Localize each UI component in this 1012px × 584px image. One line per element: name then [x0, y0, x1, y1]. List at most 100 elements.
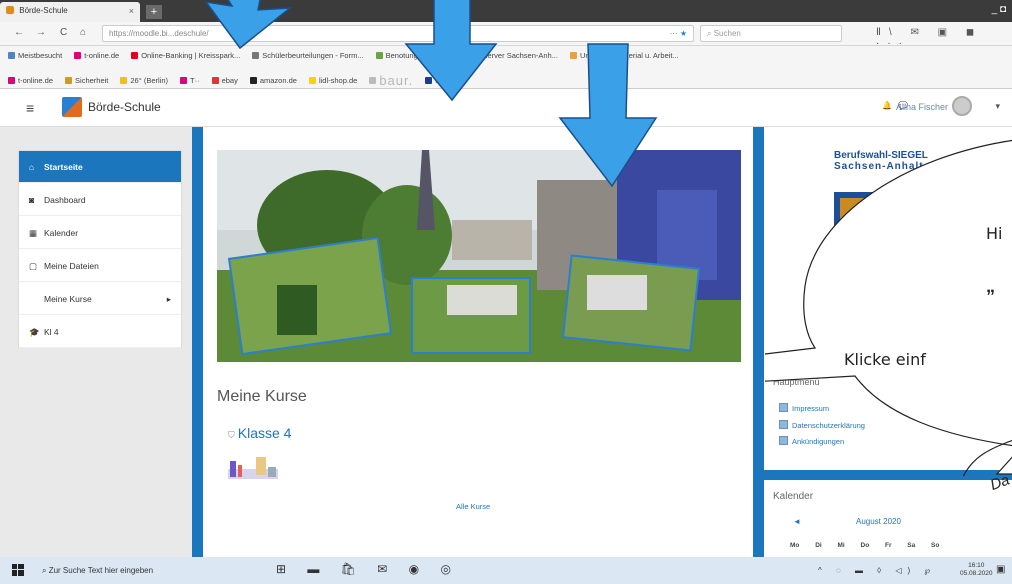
- search-placeholder: Suchen: [713, 29, 741, 38]
- sidebar-item-kl-4[interactable]: 🎓 Kl 4: [19, 316, 181, 348]
- bookmark-label: Unterrichtsmaterial u. Arbeit...: [579, 51, 679, 60]
- system-tray[interactable]: ^ ◌ ▬ ◊ ◁) ℘: [818, 566, 936, 575]
- bookmark-favicon-icon: [8, 52, 15, 59]
- bookmark-label: baur.: [379, 73, 414, 88]
- browser-tab[interactable]: Börde-Schule ×: [0, 2, 140, 22]
- calendar-weekdays: Mo Di Mi Do Fr Sa So: [790, 542, 940, 549]
- bookmarks_row2-item[interactable]: lidl-shop.de: [308, 76, 358, 85]
- course-thumbnail[interactable]: [228, 455, 278, 479]
- bookmark-label: 26° (Berlin): [130, 76, 168, 85]
- calendar-month[interactable]: August 2020: [856, 517, 901, 526]
- bookmarks_row1-item[interactable]: Meistbesucht: [8, 51, 62, 60]
- sidebar-item-startseite[interactable]: ⌂ Startseite: [19, 151, 181, 183]
- site-name[interactable]: Börde-Schule: [88, 100, 161, 114]
- bookmarks_row1-item[interactable]: t-online.de: [74, 51, 119, 60]
- calendar-prev-icon[interactable]: ◄: [793, 517, 801, 526]
- course-name: Klasse 4: [237, 425, 292, 441]
- bookmark-label: Schülerbeurteilungen - Form...: [262, 51, 364, 60]
- page-border: [753, 127, 764, 557]
- bookmarks_row2-item[interactable]: T··: [180, 76, 200, 85]
- windows-start-icon[interactable]: [12, 564, 24, 576]
- bookmark-favicon-icon: [131, 52, 139, 59]
- browser-search-input[interactable]: ⌕ Suchen: [700, 25, 842, 42]
- sidebar-item-icon: 🎓: [29, 327, 40, 337]
- sidebar-item-meine-kurse[interactable]: Meine Kurse ▸: [19, 283, 181, 315]
- bookmarks_row2-item[interactable]: Sicherheit: [65, 76, 108, 85]
- bookmarks_row1-item[interactable]: ...sserver Sachsen-Anh...: [463, 51, 558, 60]
- bookmarks_row1-item[interactable]: Online-Banking | Kreisspark...: [131, 51, 240, 60]
- reload-icon[interactable]: C: [60, 27, 67, 38]
- chevron-right-icon: ▸: [166, 294, 171, 304]
- url-input[interactable]: https://moodle.bi...deschule/ ··· ★: [102, 25, 694, 42]
- url-actions-icon[interactable]: ··· ★: [670, 29, 687, 38]
- search-icon: ⌕: [707, 29, 714, 38]
- notifications-icon[interactable]: ▣: [996, 564, 1005, 575]
- section-title: Meine Kurse: [217, 388, 307, 405]
- bookmark-label: Online-Banking | Kreisspark...: [141, 51, 241, 60]
- bookmark-label: t-online.de: [18, 76, 54, 85]
- all-courses-link[interactable]: Alle Kurse: [456, 502, 490, 511]
- sidebar-item-label: Dashboard: [44, 195, 86, 205]
- windows-taskbar: ⌕ Zur Suche Text hier eingeben ⊞ ▬ 🛍 ✉ ◉…: [0, 557, 1012, 584]
- menu-hamburger-icon[interactable]: ≡: [26, 100, 34, 116]
- bookmarks_row1-item[interactable]: Benotung | fuxNot...: [375, 51, 452, 60]
- bookmark-favicon-icon: [252, 52, 260, 59]
- course-icon: ⛉: [228, 430, 235, 440]
- window-controls[interactable]: _ ◘: [992, 4, 1006, 15]
- sidebar-item-label: Kl 4: [44, 327, 59, 337]
- school-logo[interactable]: [62, 97, 82, 117]
- user-menu-caret-icon[interactable]: ▾: [995, 101, 1000, 112]
- bookmark-label: ...sserver Sachsen-Anh...: [473, 51, 558, 60]
- bookmark-label: T··: [190, 76, 200, 85]
- moodle-favicon-icon: [6, 6, 14, 14]
- page-border: [192, 127, 203, 557]
- bookmark-favicon-icon: [120, 77, 128, 84]
- home-icon[interactable]: ⌂: [80, 27, 86, 38]
- bookmark-label: amazon.de: [259, 76, 297, 85]
- sidebar-item-label: Kalender: [44, 228, 79, 238]
- bookmarks_row2-item[interactable]: t-online.de: [8, 76, 53, 85]
- sidebar-item-icon: ▦: [29, 228, 38, 238]
- avatar[interactable]: [952, 96, 972, 116]
- school-photo-collage: [217, 150, 741, 362]
- back-arrow-icon[interactable]: ←: [14, 27, 24, 38]
- site-header: ≡ Börde-Schule 🔔 💬 Alina Fischer ▾: [0, 89, 1012, 127]
- bookmarks_row2-item[interactable]: 26° (Berlin): [120, 76, 168, 85]
- tab-title: Börde-Schule: [19, 6, 68, 15]
- bookmark-label: Sicherheit: [75, 76, 109, 85]
- bookmarks_row1-item[interactable]: Schülerbeurteilungen - Form...: [252, 51, 364, 60]
- bookmark-favicon-icon: [8, 77, 15, 84]
- bubble-text-3: Klicke einf: [844, 350, 926, 369]
- sidebar-item-dashboard[interactable]: ◙ Dashboard: [19, 184, 181, 216]
- bookmarks_row2-item[interactable]: amazon.de: [249, 76, 297, 85]
- sidebar-item-label: Meine Dateien: [44, 261, 99, 271]
- taskbar-search-input[interactable]: ⌕ Zur Suche Text hier eingeben: [36, 562, 246, 580]
- search-icon: ⌕: [42, 566, 49, 575]
- bubble-text-2: „: [986, 276, 995, 296]
- bookmark-label: lidl-shop.de: [318, 76, 358, 85]
- taskbar-apps[interactable]: ⊞ ▬ 🛍 ✉ ◉ ◎: [276, 562, 460, 576]
- user-name[interactable]: Alina Fischer: [896, 102, 948, 112]
- clock[interactable]: 16:10 05.08.2020: [960, 562, 993, 578]
- date: 05.08.2020: [960, 570, 993, 577]
- bookmarks_row1-item[interactable]: Unterrichtsmaterial u. Arbeit...: [569, 51, 679, 60]
- sidebar-item-label: Meine Kurse: [44, 294, 92, 304]
- bookmark-favicon-icon: [425, 77, 433, 84]
- taskbar-search-placeholder: Zur Suche Text hier eingeben: [48, 566, 154, 575]
- bookmarks_row2-item[interactable]: ebay: [211, 76, 238, 85]
- bookmark-label: t-online.de: [84, 51, 120, 60]
- bookmark-favicon-icon: [369, 77, 377, 84]
- navigation-bar: ← → C ⌂ https://moodle.bi...deschule/ ··…: [0, 22, 1012, 49]
- calendar-title: Kalender: [773, 491, 814, 502]
- course-link-klasse-4[interactable]: ⛉ Klasse 4: [228, 425, 291, 441]
- sidebar-item-meine-dateien[interactable]: ▢ Meine Dateien: [19, 250, 181, 282]
- notification-bell-icon[interactable]: 🔔: [882, 101, 892, 110]
- forward-arrow-icon[interactable]: →: [36, 27, 46, 38]
- bookmark-favicon-icon: [375, 52, 383, 59]
- bookmarks_row2-item[interactable]: baur.: [369, 73, 413, 88]
- tab-close-icon[interactable]: ×: [129, 6, 134, 16]
- new-tab-button[interactable]: +: [146, 5, 162, 19]
- sidebar-item-kalender[interactable]: ▦ Kalender: [19, 217, 181, 249]
- sidebar-item-icon: ▢: [29, 261, 38, 271]
- bookmarks_row2-item[interactable]: Mobile: [425, 76, 457, 85]
